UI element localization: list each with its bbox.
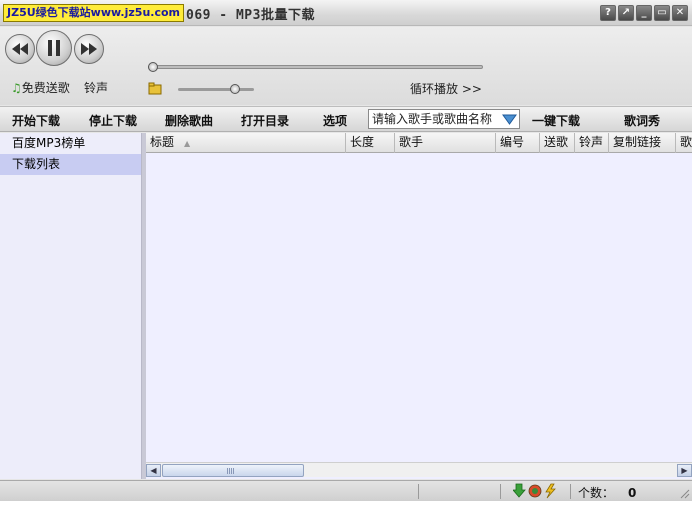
- scroll-left-icon[interactable]: ◀: [146, 464, 161, 477]
- watermark-banner: JZ5U绿色下载站www.jz5u.com: [3, 4, 184, 22]
- globe-icon: [528, 484, 542, 498]
- sidebar-item-baidu-chart[interactable]: 百度MP3榜单: [0, 133, 141, 154]
- close-button[interactable]: ✕: [672, 5, 688, 21]
- status-divider: [418, 484, 419, 499]
- count-value: 0: [628, 486, 637, 500]
- next-button[interactable]: [74, 34, 104, 64]
- column-copy-link[interactable]: 复制链接: [609, 133, 676, 153]
- one-click-download-button[interactable]: 一键下载: [532, 112, 580, 129]
- volume-knob[interactable]: [230, 84, 240, 94]
- column-title[interactable]: 标题 ▲: [146, 133, 346, 153]
- loop-mode-button[interactable]: 循环播放 >>: [410, 80, 482, 97]
- start-download-button[interactable]: 开始下载: [12, 112, 60, 129]
- scroll-thumb[interactable]: [162, 464, 304, 477]
- download-arrow-icon: [513, 483, 526, 498]
- sort-up-icon: ▲: [184, 139, 191, 148]
- ringtone-link[interactable]: 铃声: [84, 79, 108, 96]
- toolbar: 开始下载 停止下载 删除歌曲 打开目录 选项 请输入歌手或歌曲名称 一键下载 歌…: [0, 106, 692, 132]
- title-bar[interactable]: JZ5U绿色下载站www.jz5u.com 069 - MP3批量下载 ? ↗ …: [0, 0, 692, 26]
- column-title-label: 标题: [150, 135, 175, 149]
- window-controls: ? ↗ _ ▭ ✕: [600, 5, 688, 21]
- sidebar: 百度MP3榜单 下载列表: [0, 133, 142, 479]
- column-artist[interactable]: 歌手: [395, 133, 496, 153]
- maximize-button[interactable]: ▭: [654, 5, 670, 21]
- search-input[interactable]: 请输入歌手或歌曲名称: [368, 109, 520, 129]
- app-window: JZ5U绿色下载站www.jz5u.com 069 - MP3批量下载 ? ↗ …: [0, 0, 692, 506]
- column-length[interactable]: 长度: [346, 133, 395, 153]
- sidebar-item-download-list[interactable]: 下载列表: [0, 154, 141, 175]
- scroll-right-icon[interactable]: ▶: [677, 464, 692, 477]
- count-label: 个数：: [578, 486, 615, 500]
- player-panel: ♫免费送歌 铃声 循环播放 >>: [0, 27, 692, 105]
- fast-forward-icon: [81, 43, 97, 55]
- open-directory-button[interactable]: 打开目录: [241, 112, 289, 129]
- resize-grip-icon[interactable]: [678, 487, 690, 499]
- volume-slider[interactable]: [178, 88, 254, 91]
- grip-icon: [227, 468, 235, 474]
- help-button[interactable]: ?: [600, 5, 616, 21]
- folder-icon[interactable]: [148, 81, 162, 95]
- stop-download-button[interactable]: 停止下载: [89, 112, 137, 129]
- search-icon[interactable]: [502, 113, 517, 126]
- pause-button[interactable]: [36, 30, 72, 66]
- free-song-label: 免费送歌: [21, 81, 70, 95]
- status-divider: [570, 484, 571, 499]
- rewind-icon: [12, 43, 28, 55]
- column-send-song[interactable]: 送歌: [540, 133, 575, 153]
- progress-knob[interactable]: [148, 62, 158, 72]
- mini-mode-button[interactable]: ↗: [618, 5, 634, 21]
- column-ringtone[interactable]: 铃声: [575, 133, 609, 153]
- download-list[interactable]: 标题 ▲ 长度 歌手 编号 送歌 铃声 复制链接 歌 ◀ ▶: [146, 133, 692, 479]
- minimize-button[interactable]: _: [636, 5, 652, 21]
- options-button[interactable]: 选项: [323, 112, 347, 129]
- column-number[interactable]: 编号: [496, 133, 540, 153]
- column-lyrics[interactable]: 歌: [676, 133, 692, 153]
- table-header: 标题 ▲ 长度 歌手 编号 送歌 铃声 复制链接 歌: [146, 133, 692, 153]
- item-count: 个数： 0: [578, 484, 636, 501]
- free-song-link[interactable]: ♫免费送歌: [11, 79, 70, 96]
- delete-song-button[interactable]: 删除歌曲: [165, 112, 213, 129]
- lyrics-show-button[interactable]: 歌词秀: [624, 112, 660, 129]
- window-title: 069 - MP3批量下载: [186, 8, 315, 23]
- progress-slider[interactable]: [148, 65, 483, 69]
- music-note-icon: ♫: [11, 81, 22, 95]
- status-icons[interactable]: [513, 483, 559, 499]
- horizontal-scrollbar[interactable]: ◀ ▶: [146, 462, 692, 477]
- previous-button[interactable]: [5, 34, 35, 64]
- lightning-icon: [545, 483, 556, 499]
- pause-icon: [48, 40, 60, 56]
- status-divider: [500, 484, 501, 499]
- window-bottom-edge: [0, 501, 692, 506]
- status-bar: 个数： 0: [0, 480, 692, 501]
